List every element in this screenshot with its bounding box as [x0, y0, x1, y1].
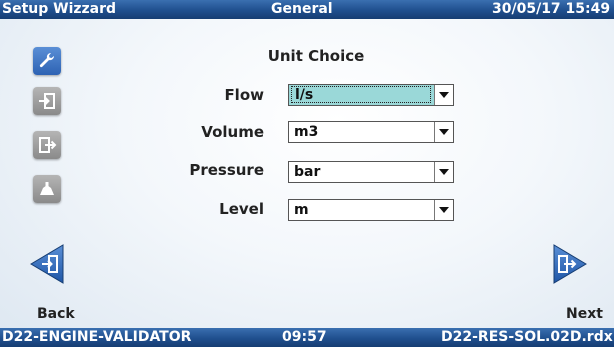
section-title: General — [271, 1, 333, 17]
level-select[interactable]: m — [288, 199, 454, 221]
back-label[interactable]: Back — [37, 306, 75, 322]
level-label: Level — [219, 200, 264, 218]
back-arrow-icon — [30, 244, 64, 284]
sidebar-item-export[interactable] — [33, 131, 61, 159]
chevron-down-icon[interactable] — [434, 162, 453, 182]
title-bar: Setup Wizzard General 30/05/17 15:49 — [0, 0, 614, 19]
export-icon — [39, 137, 57, 153]
import-icon — [39, 93, 55, 109]
page-title: Unit Choice — [267, 47, 365, 65]
status-bar: D22-ENGINE-VALIDATOR 09:57 D22-RES-SOL.0… — [0, 328, 614, 347]
flow-select[interactable]: l/s — [288, 84, 454, 106]
pressure-label: Pressure — [189, 161, 264, 179]
status-engine: D22-ENGINE-VALIDATOR — [2, 329, 192, 345]
app-title: Setup Wizzard — [2, 1, 117, 17]
sidebar-item-pump[interactable] — [33, 175, 61, 203]
datetime: 30/05/17 15:49 — [492, 1, 611, 17]
pump-icon — [40, 182, 54, 195]
chevron-down-icon[interactable] — [434, 85, 453, 105]
chevron-down-icon[interactable] — [434, 200, 453, 220]
pressure-select[interactable]: bar — [288, 161, 454, 183]
pressure-value: bar — [294, 164, 321, 180]
next-label[interactable]: Next — [566, 306, 603, 322]
next-arrow-icon — [553, 244, 587, 284]
next-button[interactable] — [550, 243, 588, 289]
chevron-down-icon[interactable] — [434, 122, 453, 142]
volume-label: Volume — [201, 123, 264, 141]
flow-label: Flow — [224, 86, 264, 104]
status-time: 09:57 — [282, 329, 327, 345]
volume-value: m3 — [294, 124, 319, 140]
flow-value: l/s — [291, 86, 431, 103]
status-file: D22-RES-SOL.02D.rdx — [441, 329, 613, 345]
level-value: m — [294, 202, 309, 218]
volume-select[interactable]: m3 — [288, 121, 454, 143]
sidebar-item-import[interactable] — [33, 87, 61, 115]
setup-wizard-screen: Setup Wizzard General 30/05/17 15:49 Uni… — [0, 0, 614, 347]
back-button[interactable] — [29, 243, 67, 289]
